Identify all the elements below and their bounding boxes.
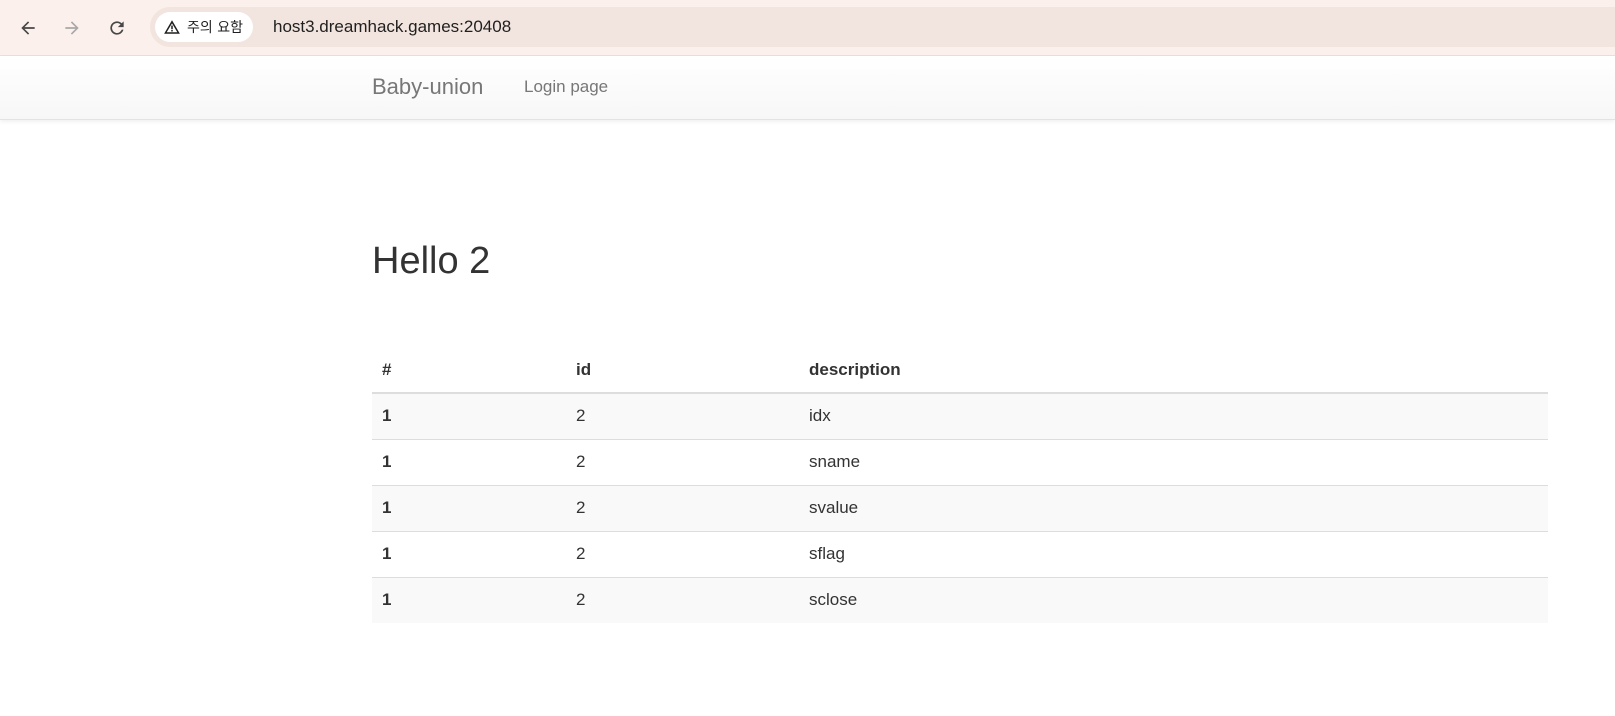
page-title: Hello 2 [372,240,491,282]
forward-button[interactable] [56,12,88,44]
column-header-id: id [566,347,799,394]
arrow-right-icon [65,21,79,35]
cell-id: 2 [576,406,586,426]
reload-icon [110,21,124,35]
table-row: 1 2 sflag [372,530,1548,577]
table-header-row: # id description [372,347,1548,394]
cell-number: 1 [372,576,566,623]
cell-id: 2 [566,438,799,485]
arrow-left-icon [21,21,35,35]
results-table: # id description 1 2 idx 1 2 sname 1 2 s… [372,347,1548,623]
cell-id: 2 [566,484,799,531]
site-navbar: Baby-union Login page [0,56,1615,120]
warning-triangle-icon [164,20,180,34]
security-label: 주의 요함 [187,20,243,36]
column-header-number: # [372,347,566,394]
cell-id: 2 [566,530,799,577]
cell-id: 2 [566,576,799,623]
table-row: 1 2 svalue [372,484,1548,531]
url-text[interactable]: host3.dreamhack.games:20408 [273,17,511,37]
address-bar[interactable]: 주의 요함 host3.dreamhack.games:20408 [150,7,1615,47]
cell-number: 1 [372,530,566,577]
table-row: 1 2 idx [372,393,1548,439]
security-chip[interactable]: 주의 요함 [155,12,253,42]
column-header-description: description [799,347,1548,394]
table-row: 1 2 sname [372,438,1548,485]
brand-link[interactable]: Baby-union [372,74,483,100]
reload-button[interactable] [101,12,133,44]
table-row: 1 2 sclose [372,576,1548,623]
cell-number: 1 [372,438,566,485]
cell-number: 1 [372,484,566,531]
cell-description: sclose [799,576,1548,623]
cell-description: sname [799,438,1548,485]
back-button[interactable] [12,12,44,44]
cell-description: svalue [799,484,1548,531]
cell-description: idx [809,406,831,426]
cell-description: sflag [799,530,1548,577]
nav-link-login[interactable]: Login page [524,77,608,97]
cell-number: 1 [382,406,392,426]
browser-toolbar: 주의 요함 host3.dreamhack.games:20408 [0,0,1615,56]
